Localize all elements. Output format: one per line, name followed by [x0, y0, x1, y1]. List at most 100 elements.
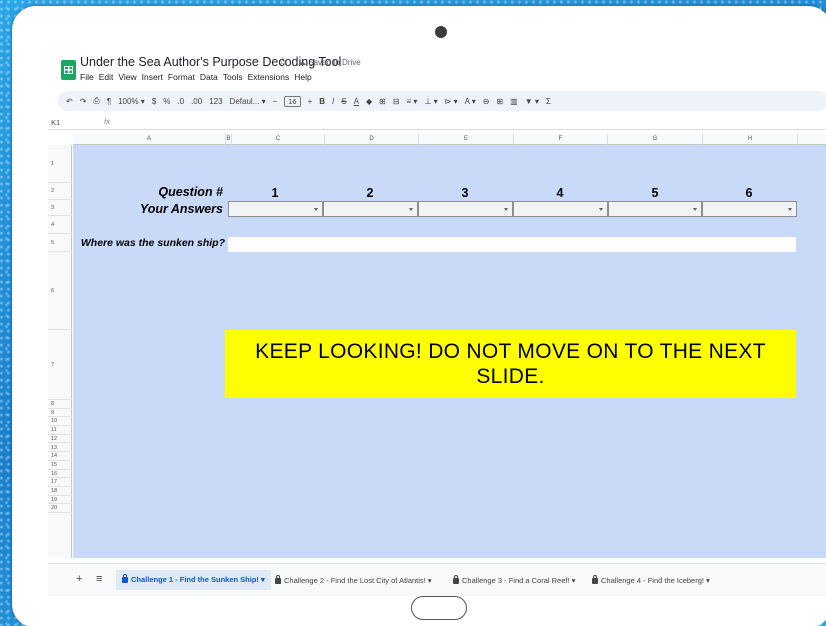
increase-decimal-button[interactable]: .00 — [191, 97, 202, 106]
text-rotation-icon[interactable]: A ▾ — [465, 97, 476, 106]
bold-button[interactable]: B — [319, 97, 325, 106]
menu-format[interactable]: Format — [168, 72, 195, 82]
saved-status[interactable]: ☁ Saved to Drive — [298, 58, 361, 67]
menu-extensions[interactable]: Extensions — [248, 72, 290, 82]
column-header-e[interactable]: E — [419, 134, 514, 145]
sheet-tab-bar: + ≡ Challenge 1 - Find the Sunken Ship! … — [48, 563, 826, 596]
insert-comment-icon[interactable]: ⊞ — [496, 97, 503, 106]
row-header[interactable]: 6 — [48, 252, 72, 330]
tab-challenge-1[interactable]: Challenge 1 - Find the Sunken Ship! ▾ — [116, 570, 271, 590]
menu-data[interactable]: Data — [200, 72, 218, 82]
chevron-down-icon — [504, 208, 508, 211]
redo-icon[interactable]: ↷ — [80, 97, 87, 106]
lock-icon — [453, 575, 459, 584]
row-header[interactable]: 12 — [48, 435, 72, 444]
horizontal-align-icon[interactable]: ≡ ▾ — [407, 97, 418, 106]
question-number: 5 — [651, 186, 659, 200]
menu-view[interactable]: View — [118, 72, 136, 82]
chevron-down-icon — [599, 208, 603, 211]
menu-tools[interactable]: Tools — [223, 72, 243, 82]
star-icon[interactable]: ☆ — [278, 56, 288, 68]
row-header[interactable]: 16 — [48, 470, 72, 479]
sheets-logo-icon[interactable] — [61, 60, 76, 80]
row-header[interactable]: 15 — [48, 461, 72, 470]
tab-label: Challenge 4 - Find the Iceberg! ▾ — [601, 576, 710, 585]
fill-color-icon[interactable]: ◆ — [366, 97, 372, 106]
fx-icon: fx — [104, 117, 110, 126]
insert-chart-icon[interactable]: ▥ — [510, 97, 518, 106]
row-header[interactable]: 17 — [48, 478, 72, 487]
add-sheet-button[interactable]: + — [76, 573, 82, 585]
italic-button[interactable]: I — [332, 97, 334, 106]
column-header-h[interactable]: H — [703, 134, 798, 145]
answer-dropdown-3[interactable] — [418, 201, 513, 217]
vertical-align-icon[interactable]: ⊥ ▾ — [424, 97, 437, 106]
merge-cells-icon[interactable]: ⊟ — [393, 97, 400, 106]
sunken-ship-answer-input[interactable] — [228, 237, 796, 252]
row-header[interactable]: 13 — [48, 444, 72, 453]
row-header[interactable]: 5 — [48, 234, 72, 252]
column-header-g[interactable]: G — [608, 134, 703, 145]
paint-format-icon[interactable]: ¶ — [107, 97, 111, 106]
strikethrough-button[interactable]: S — [341, 97, 346, 106]
column-header-f[interactable]: F — [514, 134, 608, 145]
more-formats-button[interactable]: 123 — [209, 97, 222, 106]
row-header[interactable]: 18 — [48, 487, 72, 496]
text-color-button[interactable]: A — [354, 97, 359, 106]
question-number: 6 — [745, 186, 753, 200]
column-header-c[interactable]: C — [232, 134, 325, 145]
print-icon[interactable]: ⎙ — [93, 96, 99, 106]
percent-button[interactable]: % — [163, 97, 170, 106]
row-header[interactable]: 2 — [48, 183, 72, 200]
sheet-grid[interactable]: Question # Your Answers 1 2 3 4 5 6 Wher… — [73, 145, 826, 558]
menu-help[interactable]: Help — [294, 72, 311, 82]
column-header-d[interactable]: D — [325, 134, 419, 145]
row-header[interactable]: 20 — [48, 504, 72, 514]
font-select[interactable]: Defaul... ▾ — [230, 97, 266, 106]
text-wrap-icon[interactable]: ⊳ ▾ — [445, 97, 458, 106]
menu-file[interactable]: File — [80, 72, 94, 82]
row-header[interactable]: 10 — [48, 417, 72, 427]
camera-dot — [435, 26, 447, 38]
row-header[interactable]: 11 — [48, 426, 72, 435]
cell-reference[interactable]: K1 — [51, 118, 60, 127]
answer-dropdown-4[interactable] — [513, 201, 608, 217]
all-sheets-button[interactable]: ≡ — [96, 573, 102, 585]
menu-edit[interactable]: Edit — [99, 72, 114, 82]
row-header[interactable]: 8 — [48, 400, 72, 409]
decrease-decimal-button[interactable]: .0 — [177, 97, 184, 106]
font-size-plus[interactable]: + — [308, 97, 313, 106]
tab-challenge-3[interactable]: Challenge 3 - Find a Coral Reef! ▾ — [453, 575, 575, 585]
row-header[interactable]: 1 — [48, 145, 72, 183]
zoom-select[interactable]: 100% ▾ — [118, 97, 145, 106]
column-header-a[interactable]: A — [73, 134, 226, 145]
answer-dropdown-6[interactable] — [702, 201, 797, 217]
undo-icon[interactable]: ↶ — [66, 97, 73, 106]
row-header[interactable]: 14 — [48, 452, 72, 461]
tab-challenge-4[interactable]: Challenge 4 - Find the Iceberg! ▾ — [592, 575, 710, 585]
tab-label: Challenge 1 - Find the Sunken Ship! ▾ — [131, 575, 265, 584]
tab-challenge-2[interactable]: Challenge 2 - Find the Lost City of Atla… — [275, 575, 432, 585]
font-size-input[interactable]: 16 — [284, 95, 301, 107]
filter-icon[interactable]: ▼ ▾ — [525, 97, 539, 106]
functions-icon[interactable]: Σ — [546, 97, 551, 106]
insert-link-icon[interactable]: ⊖ — [483, 97, 490, 106]
font-size-minus[interactable]: − — [273, 97, 278, 106]
row-header[interactable]: 9 — [48, 409, 72, 418]
home-button[interactable] — [411, 596, 467, 620]
chevron-down-icon — [314, 208, 318, 211]
row-header[interactable]: 4 — [48, 216, 72, 234]
sheets-screen: Under the Sea Author's Purpose Decoding … — [48, 48, 826, 596]
chevron-down-icon — [409, 208, 413, 211]
answer-dropdown-1[interactable] — [228, 201, 323, 217]
row-header[interactable]: 7 — [48, 330, 72, 400]
question-number: 3 — [461, 186, 469, 200]
chevron-down-icon — [693, 208, 697, 211]
row-header[interactable]: 19 — [48, 496, 72, 505]
borders-icon[interactable]: ⊞ — [379, 97, 386, 106]
menu-insert[interactable]: Insert — [142, 72, 163, 82]
answer-dropdown-5[interactable] — [608, 201, 702, 217]
row-header[interactable]: 3 — [48, 200, 72, 216]
answer-dropdown-2[interactable] — [323, 201, 418, 217]
currency-button[interactable]: $ — [152, 97, 156, 106]
